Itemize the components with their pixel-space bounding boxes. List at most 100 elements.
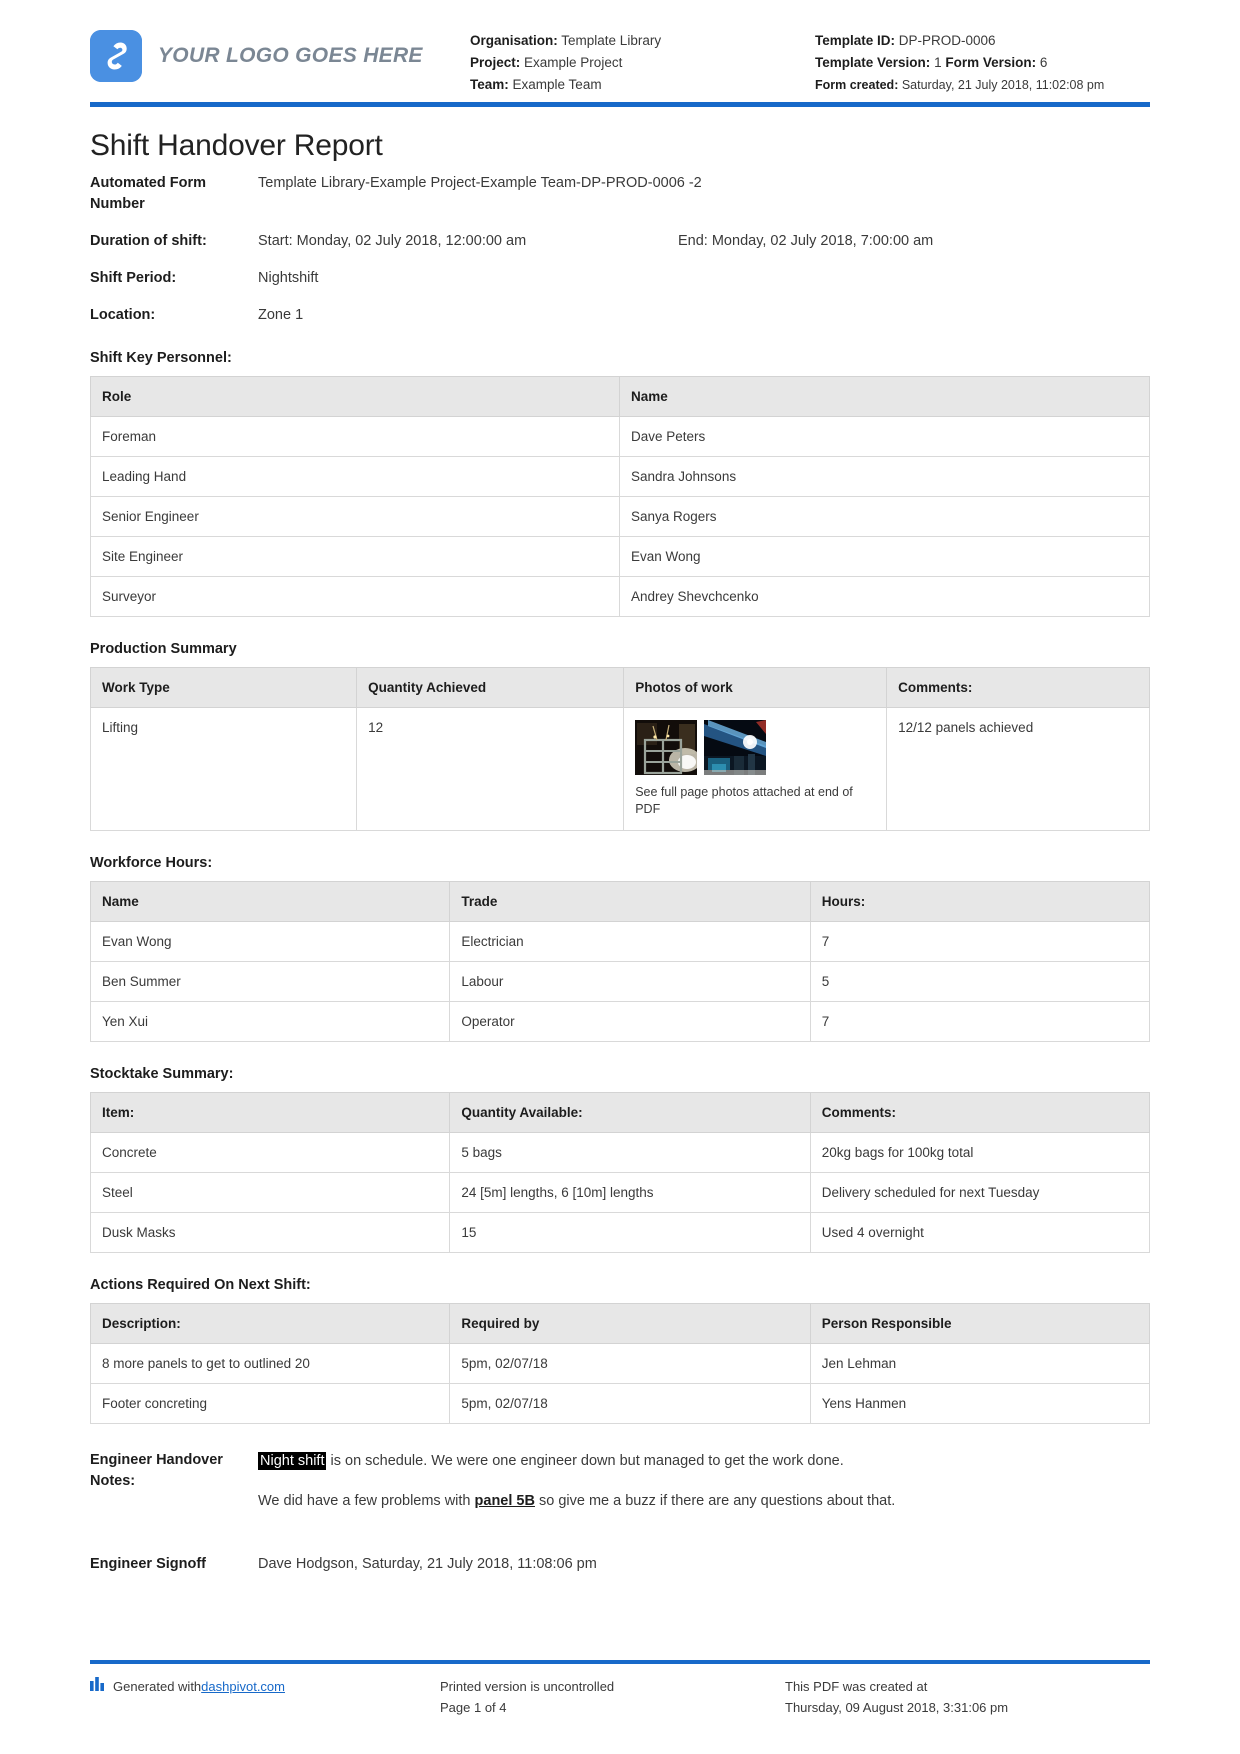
cell-stock-comments: Delivery scheduled for next Tuesday xyxy=(810,1173,1150,1213)
bar-chart-icon xyxy=(90,1676,106,1697)
cell-role: Senior Engineer xyxy=(90,497,620,537)
meta-team-label: Team: xyxy=(470,77,509,92)
notes-paragraph-1-rest: is on schedule. We were one engineer dow… xyxy=(326,1453,844,1469)
meta-form-version-label: Form Version: xyxy=(945,55,1037,70)
night-crane-lighting-photo[interactable] xyxy=(704,720,767,775)
meta-project: Project: Example Project xyxy=(470,52,815,74)
footer-created-info: This PDF was created at Thursday, 09 Aug… xyxy=(785,1676,1150,1718)
engineer-signoff-value: Dave Hodgson, Saturday, 21 July 2018, 11… xyxy=(258,1556,597,1572)
meta-form-version-value: 6 xyxy=(1039,55,1048,70)
highlighted-text: Night shift xyxy=(258,1452,327,1470)
table-header-row: Item: Quantity Available: Comments: xyxy=(90,1092,1150,1133)
cell-stock-quantity: 24 [5m] lengths, 6 [10m] lengths xyxy=(450,1173,811,1213)
meta-form-created: Form created: Saturday, 21 July 2018, 11… xyxy=(815,74,1150,96)
production-table: Work Type Quantity Achieved Photos of wo… xyxy=(90,667,1150,831)
table-row: Surveyor Andrey Shevchcenko xyxy=(90,577,1150,617)
dashpivot-link[interactable]: dashpivot.com xyxy=(201,1676,285,1697)
table-row: Concrete 5 bags 20kg bags for 100kg tota… xyxy=(90,1133,1150,1173)
notes-paragraph-1: Night shift is on schedule. We were one … xyxy=(258,1450,1150,1472)
page-title: Shift Handover Report xyxy=(90,129,383,162)
cell-work-type: Lifting xyxy=(90,708,358,831)
meta-project-label: Project: xyxy=(470,55,521,70)
location-value: Zone 1 xyxy=(258,307,304,323)
night-construction-panel-photo[interactable] xyxy=(635,720,698,775)
personnel-col-role: Role xyxy=(90,376,620,417)
meta-organisation-value: Template Library xyxy=(561,33,662,48)
logo-text: YOUR LOGO GOES HERE xyxy=(158,44,423,67)
cell-worker-trade: Electrician xyxy=(450,922,811,962)
cell-name: Andrey Shevchcenko xyxy=(620,577,1150,617)
field-location: Location: Zone 1 xyxy=(90,305,1150,326)
production-col-quantity: Quantity Achieved xyxy=(357,667,625,708)
cell-name: Evan Wong xyxy=(620,537,1150,577)
document-page: YOUR LOGO GOES HERE Organisation: Templa… xyxy=(0,0,1240,1754)
cell-action-person: Yens Hanmen xyxy=(810,1384,1150,1424)
meta-template-id: Template ID: DP-PROD-0006 xyxy=(815,30,1150,52)
shift-period-label: Shift Period: xyxy=(90,270,177,286)
table-row: Senior Engineer Sanya Rogers xyxy=(90,497,1150,537)
production-col-comments: Comments: xyxy=(887,667,1150,708)
emphasised-text: panel 5B xyxy=(474,1493,535,1509)
notes-paragraph-2-pre: We did have a few problems with xyxy=(258,1493,475,1509)
field-shift-period: Shift Period: Nightshift xyxy=(90,268,1150,289)
cell-worker-trade: Labour xyxy=(450,962,811,1002)
cell-action-required-by: 5pm, 02/07/18 xyxy=(450,1344,811,1384)
table-row: Ben Summer Labour 5 xyxy=(90,962,1150,1002)
duration-end-value: End: Monday, 02 July 2018, 7:00:00 am xyxy=(678,233,934,249)
cell-role: Surveyor xyxy=(90,577,620,617)
cell-action-description: Footer concreting xyxy=(90,1384,451,1424)
footer-page-number: Page 1 of 4 xyxy=(440,1700,507,1715)
cell-action-person: Jen Lehman xyxy=(810,1344,1150,1384)
cell-quantity-achieved: 12 xyxy=(357,708,625,831)
engineer-handover-notes: Engineer Handover Notes: Night shift is … xyxy=(90,1450,1150,1512)
field-duration: Duration of shift: Start: Monday, 02 Jul… xyxy=(90,231,1150,252)
section-title-personnel: Shift Key Personnel: xyxy=(90,350,232,366)
table-row: Leading Hand Sandra Johnsons xyxy=(90,457,1150,497)
actions-col-person: Person Responsible xyxy=(810,1303,1150,1344)
photo-strip xyxy=(635,720,875,775)
meta-organisation-label: Organisation: xyxy=(470,33,558,48)
footer-created-date: Thursday, 09 August 2018, 3:31:06 pm xyxy=(785,1700,1009,1715)
cell-worker-hours: 7 xyxy=(810,922,1150,962)
shift-period-value: Nightshift xyxy=(258,270,319,286)
engineer-handover-notes-body: Night shift is on schedule. We were one … xyxy=(258,1450,1150,1512)
meta-versions: Template Version: 1 Form Version: 6 xyxy=(815,52,1150,74)
footer-generated-with: Generated with dashpivot.com xyxy=(90,1676,440,1718)
meta-form-created-label: Form created: xyxy=(815,78,899,92)
header-meta-right: Template ID: DP-PROD-0006 Template Versi… xyxy=(815,22,1150,96)
cell-stock-item: Concrete xyxy=(90,1133,451,1173)
engineer-handover-notes-label: Engineer Handover Notes: xyxy=(90,1452,223,1489)
stocktake-col-quantity: Quantity Available: xyxy=(450,1092,811,1133)
field-automated-form-number: Automated Form Number Template Library-E… xyxy=(90,173,1150,215)
dashpivot-logo-icon xyxy=(90,30,142,82)
workforce-table: Name Trade Hours: Evan Wong Electrician … xyxy=(90,881,1150,1042)
header-meta-left: Organisation: Template Library Project: … xyxy=(470,22,815,96)
workforce-col-name: Name xyxy=(90,881,451,922)
section-title-stocktake: Stocktake Summary: xyxy=(90,1066,234,1082)
table-row: Dusk Masks 15 Used 4 overnight xyxy=(90,1213,1150,1253)
cell-name: Sandra Johnsons xyxy=(620,457,1150,497)
cell-worker-name: Evan Wong xyxy=(90,922,451,962)
footer-accent-rule xyxy=(90,1660,1150,1664)
cell-worker-hours: 7 xyxy=(810,1002,1150,1042)
meta-project-value: Example Project xyxy=(524,55,623,70)
cell-worker-name: Ben Summer xyxy=(90,962,451,1002)
workforce-col-hours: Hours: xyxy=(810,881,1150,922)
stocktake-col-comments: Comments: xyxy=(810,1092,1150,1133)
table-row: Yen Xui Operator 7 xyxy=(90,1002,1150,1042)
meta-team: Team: Example Team xyxy=(470,74,815,96)
meta-template-id-label: Template ID: xyxy=(815,33,896,48)
document-content: Shift Handover Report Automated Form Num… xyxy=(0,129,1240,1575)
cell-name: Dave Peters xyxy=(620,417,1150,457)
cell-stock-quantity: 15 xyxy=(450,1213,811,1253)
table-row: 8 more panels to get to outlined 20 5pm,… xyxy=(90,1344,1150,1384)
meta-organisation: Organisation: Template Library xyxy=(470,30,815,52)
document-header: YOUR LOGO GOES HERE Organisation: Templa… xyxy=(0,0,1240,96)
footer-created-label: This PDF was created at xyxy=(785,1679,928,1694)
cell-role: Leading Hand xyxy=(90,457,620,497)
stocktake-col-item: Item: xyxy=(90,1092,451,1133)
photo-caption: See full page photos attached at end of … xyxy=(635,785,853,816)
duration-values: Start: Monday, 02 July 2018, 12:00:00 am… xyxy=(258,231,1150,252)
cell-role: Foreman xyxy=(90,417,620,457)
table-header-row: Name Trade Hours: xyxy=(90,881,1150,922)
